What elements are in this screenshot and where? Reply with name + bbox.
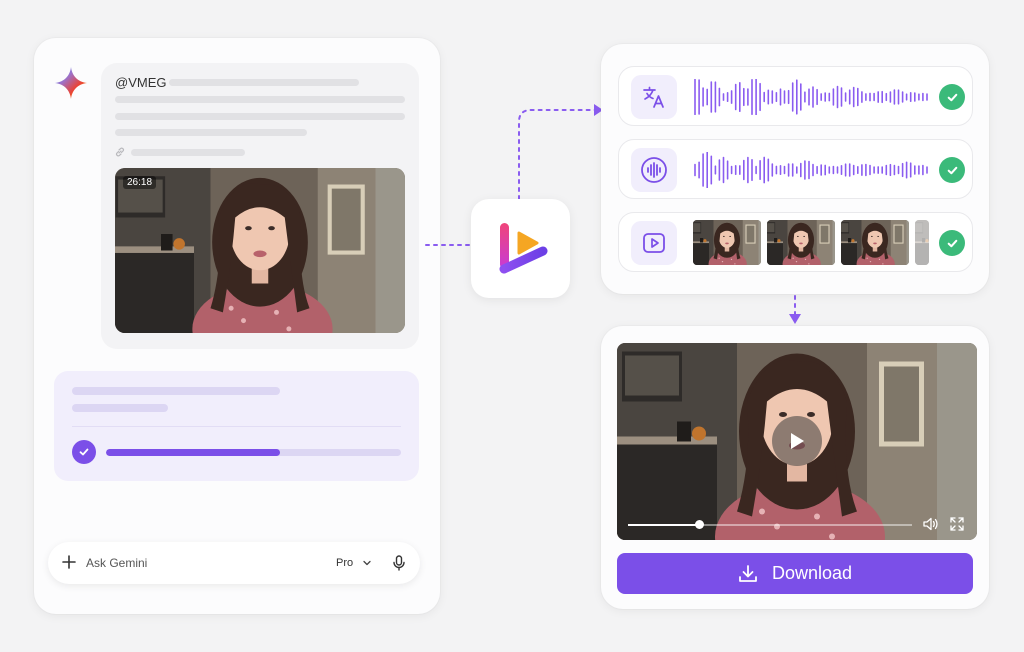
pipeline-row-translate <box>618 66 973 126</box>
audio-waveform <box>694 152 928 188</box>
volume-icon[interactable] <box>923 517 939 531</box>
download-icon <box>739 564 757 582</box>
seek-handle[interactable] <box>694 520 704 529</box>
connector-up <box>518 104 603 200</box>
download-button[interactable]: Download <box>617 553 973 594</box>
seek-bar[interactable] <box>628 524 912 526</box>
video-frame <box>115 168 405 333</box>
output-player-panel: Download <box>601 326 989 609</box>
user-message: @VMEG 26:18 <box>101 63 419 349</box>
app-logo-icon <box>499 223 548 274</box>
gemini-logo-icon <box>55 67 87 99</box>
video-frame-thumb <box>915 220 929 265</box>
pipeline-panel <box>601 44 989 294</box>
check-icon <box>939 230 965 256</box>
chevron-down-icon[interactable] <box>362 558 372 568</box>
check-icon <box>939 157 965 183</box>
text-placeholder <box>115 96 405 103</box>
fullscreen-icon[interactable] <box>950 517 964 531</box>
divider <box>72 426 401 427</box>
video-frame-thumb <box>841 220 909 265</box>
play-button[interactable] <box>772 416 822 466</box>
text-placeholder <box>72 404 168 412</box>
text-placeholder <box>115 129 307 136</box>
seek-progress <box>628 524 699 526</box>
play-icon <box>791 433 804 449</box>
video-player[interactable] <box>617 343 977 540</box>
processing-card <box>54 371 419 481</box>
video-thumbnail[interactable]: 26:18 <box>115 168 405 333</box>
pipeline-row-video <box>618 212 973 272</box>
microphone-icon[interactable] <box>392 555 406 571</box>
voice-icon <box>631 148 677 192</box>
check-icon <box>939 84 965 110</box>
arrow-down-icon <box>789 314 801 324</box>
text-placeholder <box>72 387 280 395</box>
video-frame-thumb <box>693 220 761 265</box>
chat-panel: @VMEG 26:18 Ask Gemini Pro <box>34 38 440 614</box>
prompt-input[interactable]: Ask Gemini <box>86 556 147 570</box>
link-icon <box>115 147 125 157</box>
progress-fill <box>106 449 281 456</box>
video-duration: 26:18 <box>123 176 157 189</box>
link-placeholder <box>131 149 245 156</box>
mention-handle: @VMEG <box>115 75 167 90</box>
audio-waveform <box>694 79 928 115</box>
progress-bar <box>106 449 401 456</box>
translate-icon <box>631 75 677 119</box>
text-placeholder <box>169 79 359 86</box>
pipeline-row-voice <box>618 139 973 199</box>
check-icon <box>72 440 96 464</box>
video-play-icon <box>631 221 677 265</box>
download-label: Download <box>771 563 853 583</box>
plus-icon[interactable] <box>62 555 76 569</box>
text-placeholder <box>115 113 405 120</box>
connector-left <box>425 244 471 246</box>
model-selector-label[interactable]: Pro <box>336 557 353 569</box>
prompt-input-bar[interactable]: Ask Gemini Pro <box>48 542 420 584</box>
video-frame-thumb <box>767 220 835 265</box>
video-frames <box>693 220 929 265</box>
app-logo-card <box>471 199 570 298</box>
